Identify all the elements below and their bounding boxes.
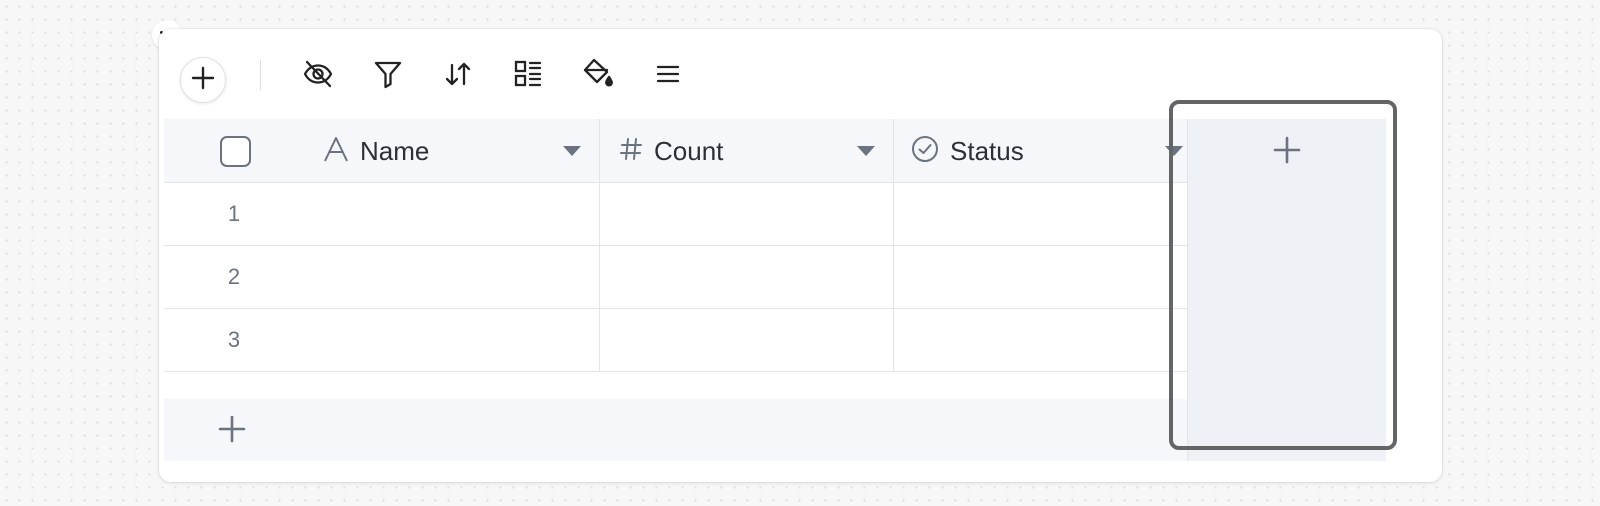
add-record-button[interactable] xyxy=(180,57,226,103)
name-cell[interactable] xyxy=(304,309,600,371)
row-height-button[interactable] xyxy=(651,59,685,93)
row-number: 1 xyxy=(227,201,241,226)
column-header-name[interactable]: Name xyxy=(304,119,600,183)
table-row[interactable]: 3 xyxy=(164,309,1189,372)
status-type-icon xyxy=(910,134,940,169)
status-cell[interactable] xyxy=(894,309,1189,371)
header-row: Name Count Status xyxy=(164,119,1189,183)
count-cell[interactable] xyxy=(600,246,894,308)
table-row[interactable]: 1 xyxy=(164,183,1189,246)
select-all-cell xyxy=(164,119,304,183)
row-number: 3 xyxy=(227,327,241,352)
caret-down-icon[interactable] xyxy=(857,146,875,156)
count-cell[interactable] xyxy=(600,309,894,371)
status-cell[interactable] xyxy=(894,183,1189,245)
column-header-count[interactable]: Count xyxy=(600,119,894,183)
hide-fields-icon xyxy=(302,58,334,95)
add-row-button[interactable] xyxy=(215,414,249,448)
sort-icon xyxy=(442,58,474,95)
group-icon xyxy=(512,58,544,95)
column-label: Status xyxy=(950,135,1024,166)
table-view-card: Name Count Status 1 2 3 xyxy=(159,29,1442,482)
name-cell[interactable] xyxy=(304,246,600,308)
hide-fields-button[interactable] xyxy=(301,59,335,93)
count-cell[interactable] xyxy=(600,183,894,245)
filter-icon xyxy=(373,59,403,94)
status-cell[interactable] xyxy=(894,246,1189,308)
column-label: Name xyxy=(360,135,430,166)
name-cell[interactable] xyxy=(304,183,600,245)
row-number: 2 xyxy=(227,264,241,289)
group-button[interactable] xyxy=(511,59,545,93)
number-type-icon xyxy=(618,136,644,167)
row-height-icon xyxy=(654,60,682,93)
filter-button[interactable] xyxy=(371,59,405,93)
highlight-outline xyxy=(1169,100,1397,450)
column-header-status[interactable]: Status xyxy=(894,119,1189,183)
column-label: Count xyxy=(654,135,724,166)
text-type-icon xyxy=(322,135,350,168)
plus-icon xyxy=(217,414,247,449)
table-row[interactable]: 2 xyxy=(164,246,1189,309)
color-button[interactable] xyxy=(581,57,615,96)
select-all-checkbox[interactable] xyxy=(220,136,251,167)
plus-icon xyxy=(190,65,216,96)
toolbar-divider xyxy=(260,60,261,90)
sort-button[interactable] xyxy=(441,59,475,93)
add-row-bar xyxy=(164,399,1189,461)
caret-down-icon[interactable] xyxy=(563,146,581,156)
color-icon xyxy=(581,57,615,96)
